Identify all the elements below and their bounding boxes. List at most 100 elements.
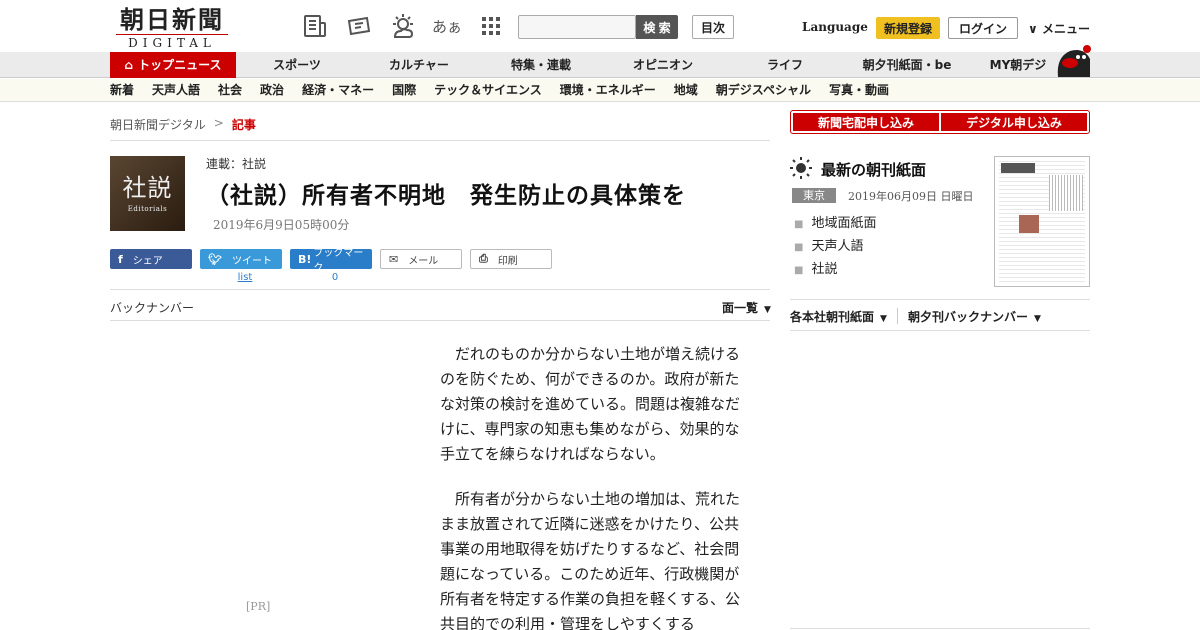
subnav-international[interactable]: 国際 [392,79,416,102]
paper-link-editorial[interactable]: ■ 社説 [794,259,876,282]
breadcrumb-separator: > [213,116,224,130]
subnav-photo[interactable]: 写真・動画 [829,79,889,102]
evening-backnumber-dropdown[interactable]: 朝夕刊バックナンバー ▼ [908,308,1041,325]
subscription-buttons: 新聞宅配申し込み デジタル申し込み [790,110,1090,134]
twitter-icon: 🐦︎ [208,252,222,266]
front-page-thumbnail[interactable] [994,156,1090,287]
digital-subscription-button[interactable]: デジタル申し込み [941,113,1087,131]
bullet-icon: ■ [794,265,804,276]
mail-button[interactable]: ✉ メール [380,249,462,269]
printer-icon: ⎙ [479,252,488,265]
thumbnail-english: Editorials [127,205,168,213]
subnav-tensei[interactable]: 天声人語 [152,79,200,102]
article-body: だれのものか分からない土地が増え続けるのを防ぐため、何ができるのか。政府が新たな… [440,342,750,630]
facebook-icon: f [118,252,123,266]
separator [896,308,898,324]
home-icon: ⌂ [124,58,134,72]
all-pages-label: 面一覧 [722,301,759,315]
subnav-economy[interactable]: 経済・マネー [302,79,374,102]
twitter-count[interactable]: list [204,272,286,283]
toc-button[interactable]: 目次 [692,15,734,39]
bullet-icon: ■ [794,242,804,253]
logo-sub-text: DIGITAL [116,34,228,50]
all-pages-dropdown[interactable]: 面一覧 ▼ [722,299,771,316]
grid-icon[interactable] [476,12,506,40]
nav-features[interactable]: 特集・連載 [480,52,602,78]
language-link[interactable]: Language [802,20,868,34]
hatena-count[interactable]: 0 [294,272,376,283]
regional-papers-dropdown[interactable]: 各本社朝刊紙面 ▼ [790,308,887,325]
nav-paper[interactable]: 朝夕刊紙面・be [846,52,968,78]
caret-down-icon: ▼ [764,305,771,315]
nav-opinion[interactable]: オピニオン [602,52,724,78]
print-button[interactable]: ⎙ 印刷 [470,249,552,269]
article-date: 2019年6月9日05時00分 [213,218,350,232]
subnav-tech[interactable]: テック＆サイエンス [434,79,542,102]
caret-down-icon: ▼ [1033,314,1041,324]
series-thumbnail[interactable]: 社説 Editorials [110,156,185,231]
breadcrumb-home[interactable]: 朝日新聞デジタル [110,116,206,133]
nav-top-news[interactable]: ⌂ トップニュース [110,52,236,78]
nav-life[interactable]: ライフ [724,52,846,78]
login-button[interactable]: ログイン [948,17,1018,39]
regional-label: 各本社朝刊紙面 [790,310,875,324]
subnav-region[interactable]: 地域 [674,79,698,102]
facebook-share-button[interactable]: f シェア [110,249,192,269]
chevron-down-icon: ∨ [1028,22,1038,36]
front-page-masthead [1001,163,1035,173]
sun-icon [790,157,812,179]
subnav-special[interactable]: 朝デジスペシャル [716,79,811,102]
divider [110,289,770,290]
breadcrumb: 朝日新聞デジタル > 記事 [110,116,256,133]
site-logo[interactable]: 朝日新聞 DIGITAL [116,5,228,50]
weather-icon[interactable] [388,12,418,40]
share-label: メール [408,255,439,267]
ticket-icon[interactable] [344,12,374,40]
paper-link-regional[interactable]: ■ 地域面紙面 [794,213,876,236]
search-button[interactable]: 検 索 [636,15,678,39]
search-input[interactable] [518,15,636,39]
subnav-environment[interactable]: 環境・エネルギー [560,79,656,102]
mascot-icon[interactable] [1054,43,1092,79]
hatena-bookmark-button[interactable]: B! ブックマーク [290,248,372,274]
paper-link-label: 社説 [811,262,838,277]
front-page-column [1049,175,1083,211]
mail-icon: ✉ [389,252,399,266]
header-icon-bar: あぁ [300,12,506,40]
nav-culture[interactable]: カルチャー [358,52,480,78]
breadcrumb-current: 記事 [231,118,256,132]
hatena-icon: B! [298,252,312,266]
divider [110,320,770,321]
newspaper-icon[interactable] [300,12,330,40]
font-size-icon[interactable]: あぁ [432,12,462,40]
divider [790,628,1090,629]
paper-link-tensei[interactable]: ■ 天声人語 [794,236,876,259]
newspaper-delivery-button[interactable]: 新聞宅配申し込み [793,113,939,131]
share-label: 印刷 [497,255,518,267]
share-label: シェア [132,255,163,267]
article-paragraph: だれのものか分からない土地が増え続けるのを防ぐため、何ができるのか。政府が新たな… [440,345,741,463]
bullet-icon: ■ [794,219,804,230]
front-page-image [999,161,1085,282]
font-size-text: あぁ [432,17,463,36]
paper-nav: 各本社朝刊紙面 ▼ 朝夕刊バックナンバー ▼ [790,308,1041,325]
share-label: ツイート [231,255,272,267]
article-paragraph: 所有者が分からない土地の増加は、荒れたまま放置されて近隣に迷惑をかけたり、公共事… [440,490,741,630]
nav-label: トップニュース [138,58,222,72]
subnav-new[interactable]: 新着 [110,79,134,102]
logo-main-text: 朝日新聞 [120,5,224,34]
thumbnail-kanji: 社説 [122,174,173,202]
nav-my-asadigi[interactable]: MY朝デジ [968,52,1068,78]
divider [790,330,1090,331]
twitter-share-button[interactable]: 🐦︎ ツイート [200,249,282,269]
subnav-society[interactable]: 社会 [218,79,242,102]
menu-label: メニュー [1041,22,1090,36]
nav-sports[interactable]: スポーツ [236,52,358,78]
subnav-politics[interactable]: 政治 [260,79,284,102]
latest-paper-title[interactable]: 最新の朝刊紙面 [821,159,926,180]
series-label[interactable]: 連載：社説 [206,155,266,172]
signup-button[interactable]: 新規登録 [876,17,940,39]
edition-badge: 東京 [792,188,836,203]
menu-button[interactable]: ∨ メニュー [1028,20,1090,37]
front-page-photo [1019,215,1039,233]
